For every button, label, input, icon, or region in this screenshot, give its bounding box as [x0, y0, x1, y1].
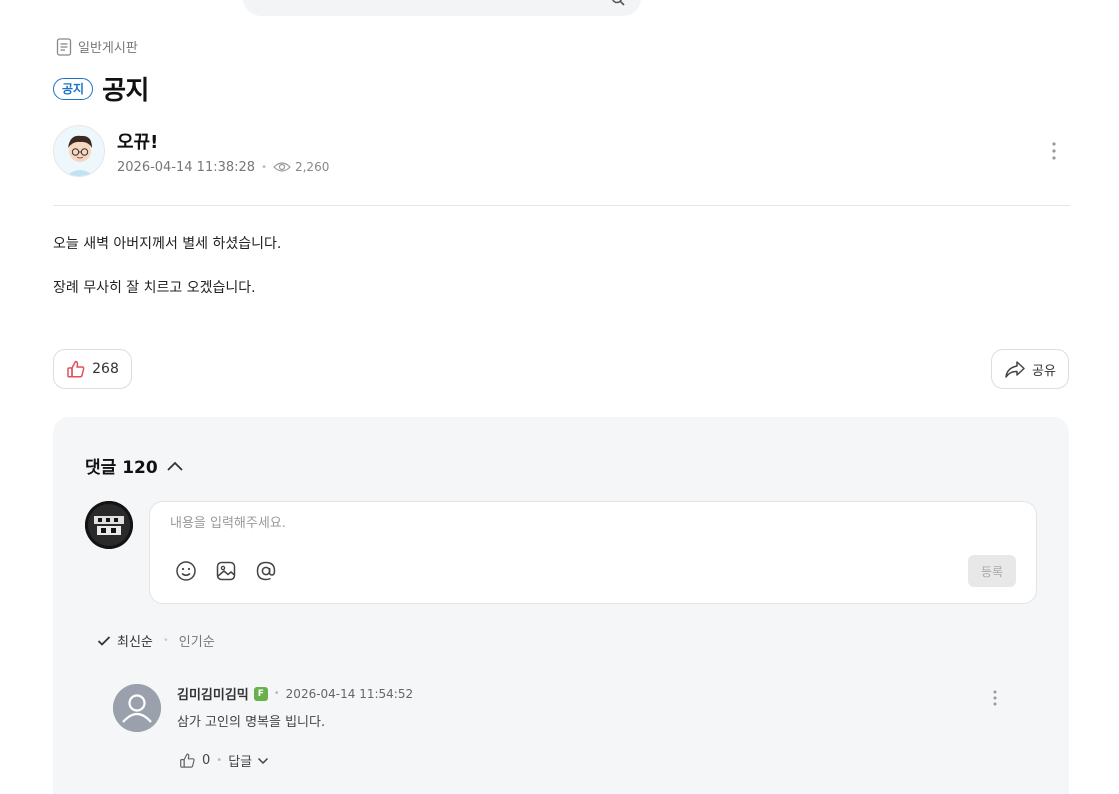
author-avatar[interactable] [53, 125, 105, 177]
meta-separator: • [273, 688, 280, 699]
share-label: 공유 [1032, 363, 1056, 379]
current-user-avatar [85, 501, 133, 549]
more-options-icon[interactable] [1046, 141, 1062, 161]
chevron-up-icon [167, 461, 183, 471]
share-button[interactable]: 공유 [991, 349, 1069, 389]
post-title: 공지 [102, 76, 149, 106]
board-breadcrumb[interactable]: 일반게시판 [56, 37, 138, 56]
chevron-down-icon [258, 757, 269, 764]
post-date: 2026-04-14 11:38:28 [117, 159, 256, 175]
mention-icon[interactable] [255, 560, 277, 582]
post-body: 오늘 새벽 아버지께서 별세 하셨습니다. 장례 무사히 잘 치르고 오겠습니다… [53, 233, 281, 321]
comment-like-count: 0 [202, 753, 211, 768]
body-paragraph: 오늘 새벽 아버지께서 별세 하셨습니다. [53, 236, 282, 252]
reply-label: 답글 [228, 755, 253, 770]
commenter-name[interactable]: 김미김미김믹 [177, 684, 249, 703]
search-icon[interactable] [611, 0, 625, 6]
comment-like-button[interactable]: 0 [179, 752, 210, 769]
sort-latest-label: 최신순 [117, 635, 153, 650]
comment-header: 김미김미김믹 F • 2026-04-14 11:54:52 [177, 684, 413, 703]
view-count: 2,260 [273, 160, 329, 174]
comments-toggle[interactable]: 댓글 120 [85, 453, 184, 478]
submit-comment-button[interactable]: 등록 [968, 555, 1016, 587]
view-count-value: 2,260 [294, 160, 330, 174]
image-icon[interactable] [215, 560, 237, 582]
emoji-icon[interactable] [175, 560, 197, 582]
document-icon [56, 37, 72, 56]
comment-input[interactable] [170, 516, 870, 531]
eye-icon [273, 162, 291, 172]
thumbs-up-icon [67, 360, 85, 378]
like-count: 268 [92, 361, 119, 377]
post-title-row: 공지 공지 [53, 70, 149, 107]
sort-popular[interactable]: 인기순 [179, 631, 215, 650]
grade-badge: F [253, 686, 268, 701]
commenter-avatar[interactable] [113, 684, 161, 732]
body-paragraph: 장례 무사히 잘 치르고 오겠습니다. [53, 280, 256, 296]
comment-actions: 0 • 답글 [179, 751, 269, 770]
author-name[interactable]: 오뀨! [117, 128, 329, 154]
notice-badge: 공지 [53, 77, 94, 100]
share-icon [1005, 361, 1025, 378]
comment-more-icon[interactable] [987, 689, 1003, 707]
thumbs-up-icon [180, 753, 195, 768]
comments-label: 댓글 [85, 458, 117, 478]
sort-separator: • [162, 635, 169, 646]
author-block: 오뀨! 2026-04-14 11:38:28 • 2,260 [53, 125, 329, 177]
action-separator: • [216, 755, 223, 766]
comments-panel: 댓글 120 등록 최신순 • 인기순 김미김미 [53, 417, 1069, 794]
comment-sort: 최신순 • 인기순 [97, 631, 215, 650]
comment-text: 삼가 고인의 명복을 빕니다. [177, 715, 326, 730]
comments-count: 120 [122, 458, 158, 478]
header-divider [53, 205, 1070, 206]
meta-separator: • [261, 161, 267, 173]
comment-date: 2026-04-14 11:54:52 [285, 686, 414, 701]
reply-toggle[interactable]: 답글 [228, 751, 269, 770]
like-button[interactable]: 268 [53, 349, 132, 389]
board-name: 일반게시판 [78, 41, 138, 56]
comment-compose-box: 등록 [149, 501, 1037, 604]
search-bar[interactable] [243, 0, 641, 16]
checkmark-icon [97, 635, 111, 646]
sort-latest[interactable]: 최신순 [97, 631, 153, 650]
